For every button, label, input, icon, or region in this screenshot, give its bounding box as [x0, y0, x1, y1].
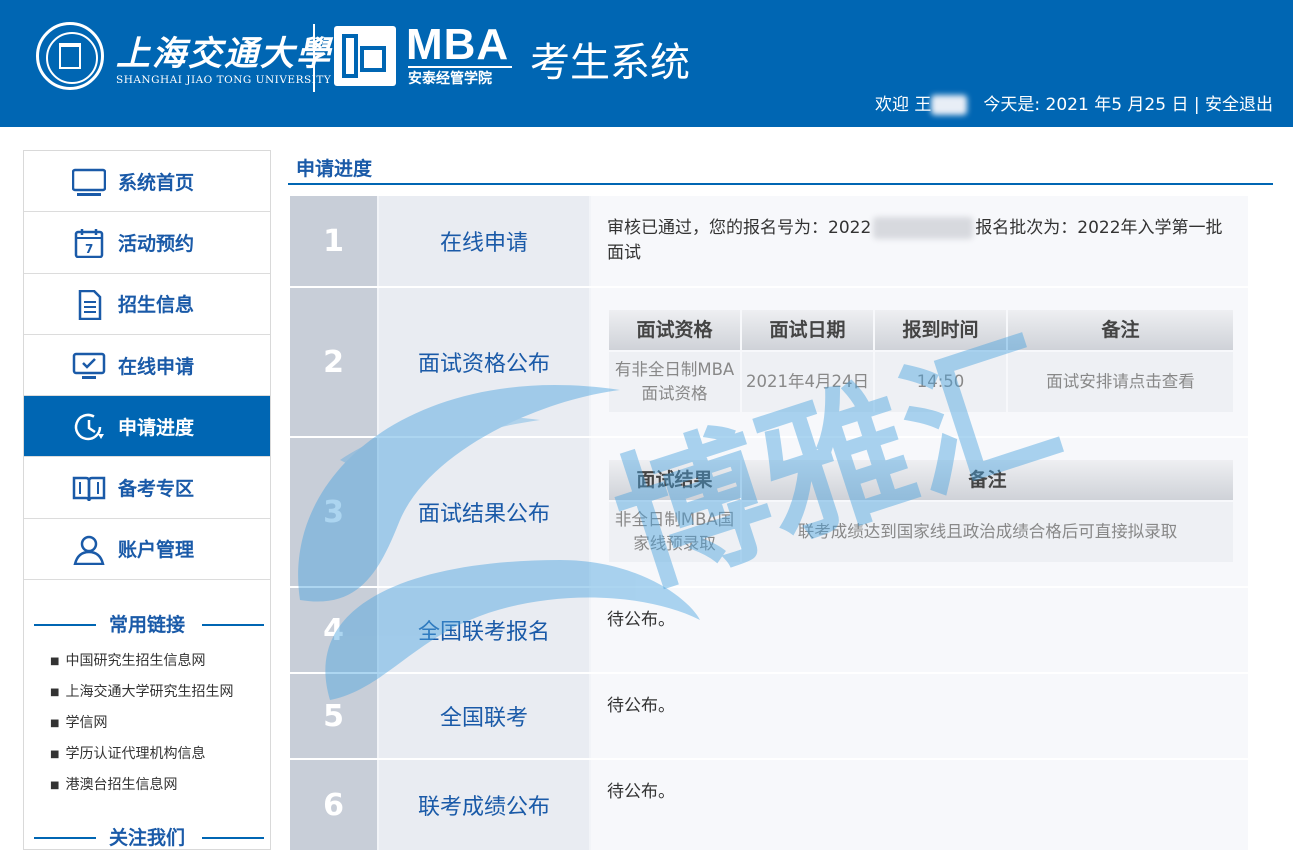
table-header: 面试结果 [609, 460, 740, 500]
table-row: 有非全日制MBA面试资格 2021年4月24日 14:50 面试安排请点击查看 [609, 352, 1233, 412]
step-name-link[interactable]: 面试资格公布 [379, 288, 589, 436]
step-content: 待公布。 [591, 588, 1248, 672]
table-cell: 2021年4月24日 [742, 352, 873, 412]
title-divider [288, 183, 1273, 185]
step-name-link[interactable]: 在线申请 [379, 196, 589, 286]
step-row: 6 联考成绩公布 待公布。 [290, 760, 1248, 850]
table-cell: 面试安排请点击查看 [1008, 352, 1233, 412]
document-icon [78, 289, 102, 320]
step-number: 2 [290, 288, 377, 436]
links-heading: 常用链接 [24, 610, 270, 640]
step-row: 5 全国联考 待公布。 [290, 674, 1248, 758]
screen-check-icon [72, 352, 106, 379]
sidebar-item-home[interactable]: 系统首页 [24, 151, 270, 213]
university-name-en: SHANGHAI JIAO TONG UNIVERSITY [116, 74, 332, 86]
step-number: 5 [290, 674, 377, 758]
redacted-name [931, 95, 968, 115]
step-name-link[interactable]: 面试结果公布 [379, 438, 589, 586]
step-row: 3 面试结果公布 面试结果 备注 非全日制MBA国家线预录取 联考成绩达到国家线… [290, 438, 1248, 586]
link-list: 中国研究生招生信息网 上海交通大学研究生招生网 学信网 学历认证代理机构信息 港… [24, 646, 270, 801]
redacted-number [873, 217, 974, 239]
table-header: 面试资格 [609, 310, 740, 350]
sidebar-item-label: 备考专区 [118, 478, 195, 501]
table-header: 面试日期 [742, 310, 873, 350]
link-item[interactable]: 学信网 [50, 708, 270, 739]
svg-text:7: 7 [85, 242, 93, 256]
calendar-icon: 7 [74, 229, 104, 259]
mba-title: MBA [406, 20, 510, 69]
step-name-link[interactable]: 联考成绩公布 [379, 760, 589, 850]
school-name: 安泰经管学院 [408, 71, 492, 87]
step-row: 2 面试资格公布 面试资格 面试日期 报到时间 备注 有非全日制MBA面试资格 … [290, 288, 1248, 436]
sidebar-item-prep[interactable]: 备考专区 [24, 457, 270, 519]
step-row: 4 全国联考报名 待公布。 [290, 588, 1248, 672]
sidebar-item-label: 账户管理 [118, 539, 195, 562]
sidebar-item-label: 招生信息 [118, 294, 195, 317]
step-content: 待公布。 [591, 674, 1248, 758]
status-text: 审核已通过，您的报名号为：2022 [607, 218, 872, 238]
book-icon [72, 477, 106, 502]
monitor-icon [72, 168, 106, 196]
antai-logo-icon [334, 26, 396, 86]
status-text: 待公布。 [607, 696, 675, 716]
user-icon [73, 535, 105, 565]
table-cell: 有非全日制MBA面试资格 [609, 352, 740, 412]
table-header: 报到时间 [875, 310, 1006, 350]
step-name-link[interactable]: 全国联考 [379, 674, 589, 758]
table-cell: 非全日制MBA国家线预录取 [609, 502, 740, 562]
interview-qualification-table: 面试资格 面试日期 报到时间 备注 有非全日制MBA面试资格 2021年4月24… [607, 308, 1235, 414]
link-item[interactable]: 中国研究生招生信息网 [50, 646, 270, 677]
sidebar-item-activity[interactable]: 7 活动预约 [24, 212, 270, 274]
step-content: 面试结果 备注 非全日制MBA国家线预录取 联考成绩达到国家线且政治成绩合格后可… [591, 438, 1248, 586]
table-cell: 联考成绩达到国家线且政治成绩合格后可直接拟录取 [742, 502, 1233, 562]
table-cell: 14:50 [875, 352, 1006, 412]
sidebar-item-apply[interactable]: 在线申请 [24, 335, 270, 397]
university-name-cn: 上海交通大學 [116, 34, 332, 74]
welcome-text: 欢迎 王 [875, 95, 932, 115]
table-header: 备注 [1008, 310, 1233, 350]
step-row: 1 在线申请 审核已通过，您的报名号为：2022 报名批次为：2022年入学第一批… [290, 196, 1248, 286]
step-name-link[interactable]: 全国联考报名 [379, 588, 589, 672]
sidebar-item-label: 活动预约 [118, 232, 195, 255]
step-content: 待公布。 [591, 760, 1248, 850]
user-bar: 欢迎 王 今天是: 2021 年5 月25 日 | 安全退出 [875, 90, 1273, 115]
table-header: 备注 [742, 460, 1233, 500]
step-content: 审核已通过，您的报名号为：2022 报名批次为：2022年入学第一批面试 [591, 196, 1248, 286]
step-content: 面试资格 面试日期 报到时间 备注 有非全日制MBA面试资格 2021年4月24… [591, 288, 1248, 436]
page-title: 申请进度 [296, 158, 373, 180]
sidebar-item-label: 系统首页 [118, 171, 195, 194]
step-number: 4 [290, 588, 377, 672]
step-number: 6 [290, 760, 377, 850]
sidebar-item-label: 在线申请 [118, 355, 195, 378]
interview-schedule-link[interactable]: 面试安排请点击查看 [1046, 372, 1195, 391]
link-item[interactable]: 上海交通大学研究生招生网 [50, 677, 270, 708]
sjtu-seal-logo [36, 22, 104, 90]
logout-link[interactable]: 安全退出 [1205, 95, 1273, 115]
link-item[interactable]: 学历认证代理机构信息 [50, 739, 270, 770]
sidebar-item-progress[interactable]: 申请进度 [24, 396, 270, 458]
follow-heading: 关注我们 [24, 823, 270, 853]
status-text: 待公布。 [607, 610, 675, 630]
system-title: 考生系统 [530, 40, 690, 86]
step-number: 1 [290, 196, 377, 286]
link-item[interactable]: 港澳台招生信息网 [50, 770, 270, 801]
table-row: 非全日制MBA国家线预录取 联考成绩达到国家线且政治成绩合格后可直接拟录取 [609, 502, 1233, 562]
header-divider [313, 24, 315, 92]
header-bar: 上海交通大學 SHANGHAI JIAO TONG UNIVERSITY MBA… [0, 0, 1293, 127]
sidebar-item-admissions[interactable]: 招生信息 [24, 274, 270, 335]
interview-result-table: 面试结果 备注 非全日制MBA国家线预录取 联考成绩达到国家线且政治成绩合格后可… [607, 458, 1235, 564]
clock-progress-icon [74, 413, 104, 441]
today-text: 今天是: 2021 年5 月25 日 | [983, 95, 1200, 115]
status-text: 待公布。 [607, 782, 675, 802]
sidebar-item-label: 申请进度 [118, 416, 195, 439]
step-number: 3 [290, 438, 377, 586]
sidebar-item-account[interactable]: 账户管理 [24, 519, 270, 581]
sidebar: 系统首页 7 活动预约 招生信息 在线申请 申请进度 备考专区 账户管理 常用链… [23, 150, 271, 850]
